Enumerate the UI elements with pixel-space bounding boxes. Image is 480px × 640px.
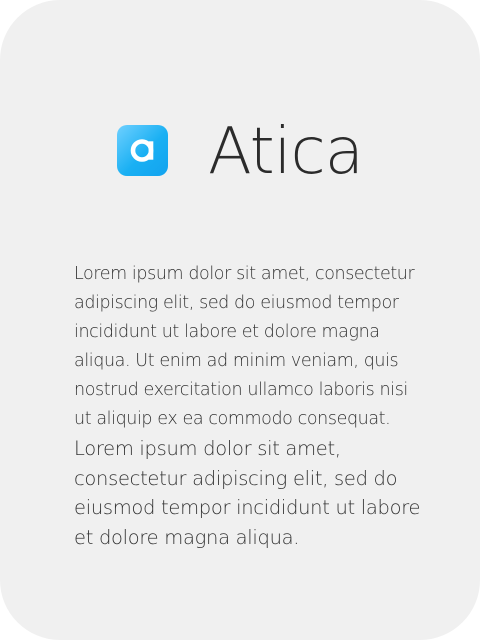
logo-letter-a-icon xyxy=(130,139,153,162)
app-logo-icon xyxy=(117,124,168,176)
paragraph-2: Lorem ipsum dolor sit amet, consectetur … xyxy=(74,437,421,549)
brand-name: Atica xyxy=(208,115,364,189)
paragraph-1: Lorem ipsum dolor sit amet, consectetur … xyxy=(74,264,415,429)
content-card: Atica Lorem ipsum dolor sit amet, consec… xyxy=(0,0,480,640)
brand-header: Atica xyxy=(117,115,364,189)
body-text: Lorem ipsum dolor sit amet, consectetur … xyxy=(74,260,424,552)
